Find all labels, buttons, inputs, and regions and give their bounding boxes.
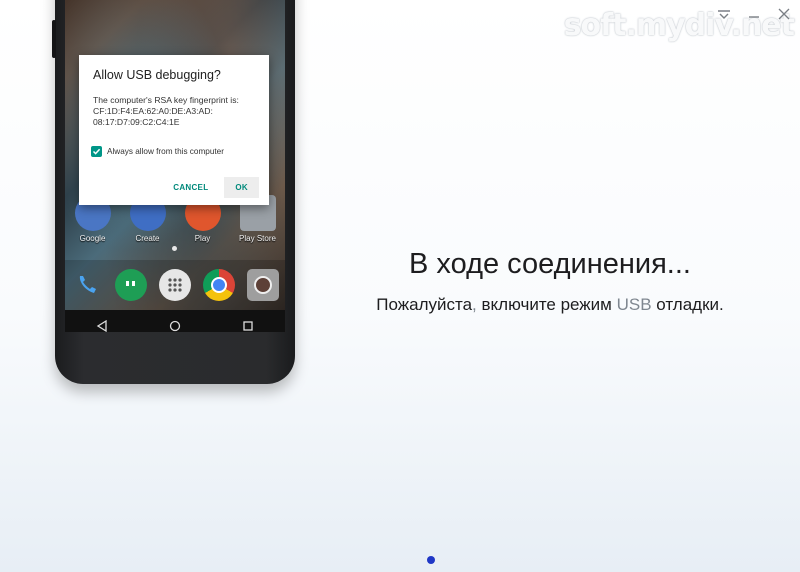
dock [65, 260, 285, 310]
android-navbar [65, 310, 285, 332]
always-allow-checkbox[interactable] [91, 146, 102, 157]
usb-debugging-dialog: Allow USB debugging? The computer's RSA … [79, 55, 269, 205]
close-icon[interactable] [776, 6, 792, 22]
phone-icon [71, 269, 103, 301]
chrome-icon [203, 269, 235, 301]
home-icon [169, 319, 181, 332]
always-allow-label: Always allow from this computer [107, 147, 224, 156]
home-page-dot [172, 246, 177, 251]
app-label: Play [194, 234, 211, 243]
camera-icon [247, 269, 279, 301]
ok-button[interactable]: OK [224, 177, 259, 198]
phone-side-button [52, 20, 56, 58]
app-label: Play Store [239, 234, 276, 243]
app-label: Google [79, 234, 106, 243]
back-icon [96, 319, 108, 332]
cancel-button[interactable]: CANCEL [165, 177, 216, 198]
dialog-actions: CANCEL OK [165, 177, 259, 198]
apps-drawer-icon [159, 269, 191, 301]
window-controls [716, 6, 792, 22]
pager-dot-active[interactable] [427, 556, 435, 564]
connection-title: В ходе соединения... [409, 248, 691, 280]
dialog-title: Allow USB debugging? [93, 68, 221, 82]
subtitle-part: включите режим [476, 295, 617, 314]
always-allow-row[interactable]: Always allow from this computer [91, 146, 224, 157]
hangouts-icon [115, 269, 147, 301]
subtitle-usb: USB [616, 295, 652, 314]
app-label: Create [135, 234, 160, 243]
connection-subtitle: Пожалуйста, включите режим USB отладки. [300, 295, 800, 315]
recents-icon [242, 319, 254, 332]
menu-icon[interactable] [716, 6, 732, 22]
minimize-icon[interactable] [746, 6, 762, 22]
subtitle-part: отладки. [651, 295, 724, 314]
subtitle-part: Пожалуйста [376, 295, 473, 314]
dialog-body: The computer's RSA key fingerprint is: C… [93, 95, 239, 127]
